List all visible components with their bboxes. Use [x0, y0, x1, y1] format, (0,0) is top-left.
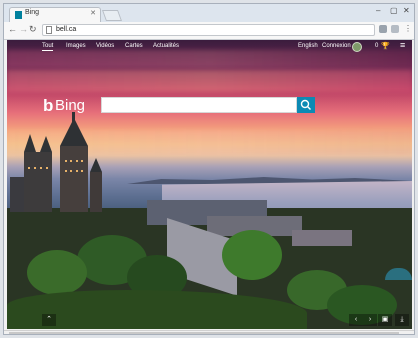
tab-title: Bing [25, 9, 40, 16]
close-window-icon[interactable]: ✕ [403, 6, 410, 15]
bing-header: Tout Images Vidéos Cartes Actualités Eng… [7, 40, 412, 54]
tab-strip: Bing ✕ – ▢ ✕ [4, 4, 414, 22]
tab-close-icon[interactable]: ✕ [90, 9, 96, 17]
scroll-up-button[interactable]: ⌃ [42, 314, 56, 326]
castle-image [10, 112, 102, 212]
nav-videos[interactable]: Vidéos [96, 43, 114, 49]
search-icon [300, 99, 311, 110]
scrollbar-thumb[interactable] [9, 332, 399, 334]
page-info-icon[interactable] [46, 26, 52, 34]
image-info-button[interactable]: ▣ [378, 314, 392, 326]
browser-toolbar: ← → ↻ bell.ca ⋮ [4, 22, 414, 40]
hamburger-menu-icon[interactable]: ≡ [400, 40, 405, 50]
reload-icon[interactable]: ↻ [29, 24, 37, 35]
extension-icon[interactable] [379, 25, 387, 33]
signin-link[interactable]: Connexion [322, 43, 351, 49]
bing-favicon-icon [15, 11, 22, 19]
browser-window: Bing ✕ – ▢ ✕ ← → ↻ bell.ca ⋮ Tout Images… [3, 3, 415, 335]
horizontal-scrollbar[interactable] [4, 330, 414, 334]
back-icon[interactable]: ← [8, 24, 17, 34]
vertical-scrollbar[interactable] [412, 40, 414, 329]
user-avatar-icon[interactable] [352, 42, 362, 52]
tree [27, 250, 87, 295]
tree [222, 230, 282, 280]
maximize-icon[interactable]: ▢ [390, 6, 398, 15]
language-link[interactable]: English [298, 43, 318, 49]
nav-all[interactable]: Tout [42, 43, 54, 51]
rewards-count[interactable]: 0 [375, 43, 378, 49]
next-image-button[interactable]: › [363, 314, 377, 326]
address-bar[interactable]: bell.ca [42, 24, 375, 36]
url-text: bell.ca [56, 26, 77, 33]
forward-icon[interactable]: → [19, 24, 28, 34]
nav-images[interactable]: Images [66, 43, 86, 49]
tab-bing[interactable]: Bing ✕ [9, 7, 101, 22]
minimize-icon[interactable]: – [376, 6, 380, 15]
nav-news[interactable]: Actualités [153, 43, 179, 49]
bing-b-icon: b [43, 96, 54, 115]
bing-logo-text: Bing [55, 97, 86, 114]
search-button[interactable] [297, 97, 315, 113]
download-button[interactable]: ⤓ [395, 314, 409, 326]
menu-icon[interactable]: ⋮ [404, 24, 412, 33]
page-content: Tout Images Vidéos Cartes Actualités Eng… [7, 40, 412, 329]
extension-icon[interactable] [391, 25, 399, 33]
harbor-buildings [292, 230, 352, 246]
nav-maps[interactable]: Cartes [125, 43, 143, 49]
search-input[interactable] [101, 97, 297, 113]
cloud-layer [7, 70, 412, 92]
rewards-trophy-icon[interactable]: 🏆 [381, 42, 390, 50]
new-tab-button[interactable] [101, 10, 123, 21]
previous-image-button[interactable]: ‹ [349, 314, 363, 326]
